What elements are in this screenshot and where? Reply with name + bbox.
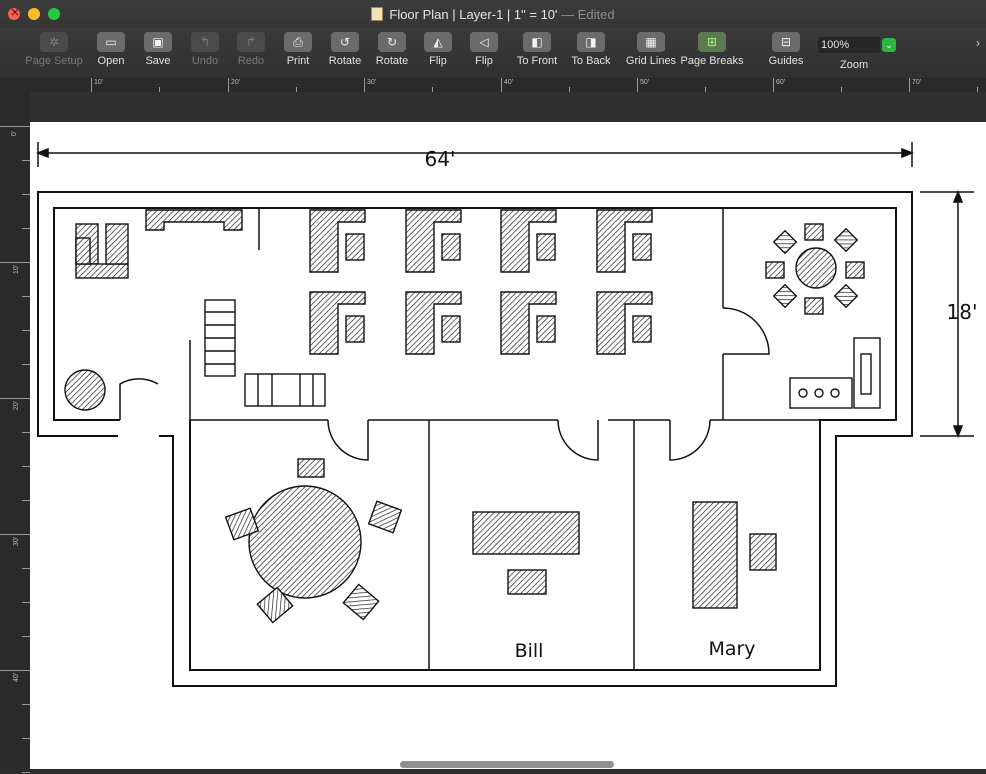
rotate-left-icon: ↺ xyxy=(331,32,359,52)
ruler-tick xyxy=(91,78,92,92)
ruler-tick xyxy=(22,772,30,773)
redo-arrow-icon: ↱ xyxy=(237,32,265,52)
ruler-tick xyxy=(22,636,30,637)
workstation-chair xyxy=(345,233,365,261)
workstation-chair xyxy=(441,315,461,343)
chevron-right-icon[interactable]: › xyxy=(976,36,980,50)
gear-icon: ✲ xyxy=(40,32,68,52)
ruler-tick xyxy=(22,364,30,365)
ruler-tick xyxy=(364,78,365,92)
page-breaks-icon: ⊞ xyxy=(698,32,726,52)
ruler-tick xyxy=(22,296,30,297)
ruler-label: 40' xyxy=(13,672,21,683)
bring-front-icon: ◧ xyxy=(523,32,551,52)
furniture xyxy=(64,209,865,624)
ruler-tick xyxy=(22,160,30,161)
workstation-chair xyxy=(632,233,652,261)
workstation-chair xyxy=(345,315,365,343)
ruler-tick xyxy=(0,262,30,263)
ruler-tick xyxy=(909,78,910,92)
ruler-tick xyxy=(501,78,502,92)
grid-lines-icon: ▦ xyxy=(637,32,665,52)
ruler-label: 30' xyxy=(367,79,377,86)
printer-icon: ⎙ xyxy=(284,32,312,52)
grid-lines-button[interactable]: ▦ Grid Lines xyxy=(616,32,686,67)
office-label-mary: Mary xyxy=(708,638,755,660)
floppy-icon: ▣ xyxy=(144,32,172,52)
ruler-tick xyxy=(773,78,774,92)
zoom-select[interactable]: 100% ⌄ xyxy=(818,37,898,53)
title-bar: Floor Plan | Layer-1 | 1" = 10' — Edited xyxy=(0,0,986,28)
rotate-right-icon: ↻ xyxy=(378,32,406,52)
ruler-tick xyxy=(22,568,30,569)
horizontal-scrollbar[interactable] xyxy=(400,761,614,768)
ruler-tick xyxy=(22,602,30,603)
toolbar-button-label: Page Breaks xyxy=(680,55,744,67)
ruler-label: 60' xyxy=(776,79,786,86)
ruler-label: 30' xyxy=(13,536,21,547)
edited-indicator: — Edited xyxy=(561,7,615,22)
ruler-tick xyxy=(22,704,30,705)
page-breaks-button[interactable]: ⊞ Page Breaks xyxy=(677,32,747,67)
flip-vertical-icon: ◁ xyxy=(470,32,498,52)
office-label-bill: Bill xyxy=(515,640,544,662)
guides-icon: ⊟ xyxy=(772,32,800,52)
ruler-label: 10' xyxy=(94,79,104,86)
workstation-chair xyxy=(536,233,556,261)
ruler-tick xyxy=(22,738,30,739)
window-title: Floor Plan | Layer-1 | 1" = 10' — Edited xyxy=(0,7,986,22)
ruler-tick xyxy=(0,126,30,127)
floor-plan-drawing[interactable]: 64' 18' Bill Mary xyxy=(30,122,986,769)
ruler-label: 20' xyxy=(231,79,241,86)
ruler-tick xyxy=(22,500,30,501)
zoom-label: Zoom xyxy=(840,59,869,71)
guides-button[interactable]: ⊟ Guides xyxy=(751,32,821,67)
ruler-tick xyxy=(228,78,229,92)
ruler-label: 70' xyxy=(912,79,922,86)
workstation-chair xyxy=(441,233,461,261)
ruler-label: 10' xyxy=(13,264,21,275)
height-dimension-label: 18' xyxy=(947,300,978,324)
ruler-tick xyxy=(0,398,30,399)
send-back-icon: ◨ xyxy=(577,32,605,52)
toolbar-button-label: Grid Lines xyxy=(625,55,677,67)
ruler-tick xyxy=(22,194,30,195)
toolbar: ✲ Page Setup ▭ Open ▣ Save ↰ Undo ↱ Redo ⎙ Print ↺ Ro… xyxy=(0,28,986,78)
ruler-tick xyxy=(637,78,638,92)
vertical-ruler: 0' 10' 20' 30' 40' xyxy=(0,92,30,773)
ruler-label: 50' xyxy=(640,79,650,86)
width-dimension-label: 64' xyxy=(425,147,456,171)
toolbar-button-label: Guides xyxy=(768,55,804,67)
workstation-chair xyxy=(632,315,652,343)
zoom-value: 100% xyxy=(818,37,880,53)
folder-icon: ▭ xyxy=(97,32,125,52)
ruler-label: 0' xyxy=(11,130,19,137)
ruler-tick xyxy=(0,534,30,535)
ruler-label: 40' xyxy=(504,79,514,86)
window-title-text: Floor Plan | Layer-1 | 1" = 10' xyxy=(389,7,558,22)
undo-arrow-icon: ↰ xyxy=(191,32,219,52)
ruler-tick xyxy=(22,466,30,467)
ruler-tick xyxy=(0,670,30,671)
horizontal-ruler: 10' 20' 30' 40' 50' 60' 70' xyxy=(0,78,986,93)
drawing-canvas[interactable]: 64' 18' Bill Mary xyxy=(30,122,986,769)
flip-horizontal-icon: ◭ xyxy=(424,32,452,52)
workstation-chair xyxy=(536,315,556,343)
ruler-tick xyxy=(22,330,30,331)
ruler-label: 20' xyxy=(13,400,21,411)
canvas-margin xyxy=(30,92,986,122)
document-icon xyxy=(371,7,384,21)
ruler-tick xyxy=(22,432,30,433)
chevron-down-icon[interactable]: ⌄ xyxy=(882,38,896,52)
ruler-tick xyxy=(22,228,30,229)
